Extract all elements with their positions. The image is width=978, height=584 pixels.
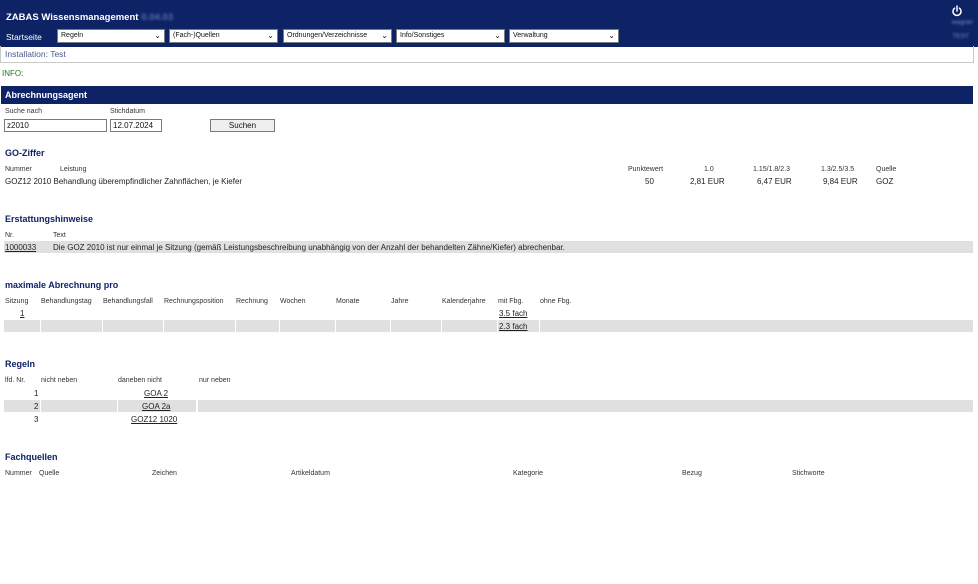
nav-select-info[interactable]: Info/Sonstiges ⌄ xyxy=(396,29,505,43)
col-header-factor-2: 1.15/1.8/2.3 xyxy=(753,166,790,173)
chevron-down-icon: ⌄ xyxy=(154,31,161,40)
table-cell xyxy=(164,320,235,332)
col-header-nr: Nr. xyxy=(5,232,14,239)
nav-select-value: Verwaltung xyxy=(513,32,548,39)
rule-link-goa-2[interactable]: GOA 2 xyxy=(144,389,168,398)
nav-select-quellen[interactable]: (Fach-)Quellen ⌄ xyxy=(169,29,278,43)
rule-link-goa-2a[interactable]: GOA 2a xyxy=(142,402,170,411)
col-header-punktwert: Punktewert xyxy=(628,166,664,173)
col-header-kalenderjahre: Kalenderjahre xyxy=(442,298,486,305)
go-quelle: GOZ xyxy=(876,177,894,186)
search-label: Suche nach xyxy=(5,108,42,115)
nav-select-ordnungen[interactable]: Ordnungen/Verzeichnisse ⌄ xyxy=(283,29,392,43)
table-cell xyxy=(236,320,279,332)
col-header-bezug: Bezug xyxy=(682,470,702,477)
col-header-nummer: Nummer xyxy=(5,470,32,477)
chevron-down-icon: ⌄ xyxy=(494,31,501,40)
nav-home-link[interactable]: Startseite xyxy=(6,32,42,42)
search-input[interactable]: z2010 xyxy=(4,119,107,132)
col-header-wochen: Wochen xyxy=(280,298,306,305)
user-subtitle: TEST xyxy=(952,33,969,40)
nav-select-value: Regeln xyxy=(61,32,84,39)
nav-select-regeln[interactable]: Regeln ⌄ xyxy=(57,29,165,43)
table-cell xyxy=(41,320,102,332)
col-header-stichworte: Stichworte xyxy=(792,470,825,477)
col-header-monate: Monate xyxy=(336,298,360,305)
go-punktwert: 50 xyxy=(645,177,654,186)
col-header-leistung: Leistung xyxy=(60,166,87,173)
table-cell xyxy=(41,400,117,412)
installation-info: Installation: Test xyxy=(0,46,974,63)
search-button[interactable]: Suchen xyxy=(210,119,275,132)
go-factor-2: 6,47 EUR xyxy=(757,177,792,186)
table-cell xyxy=(103,320,163,332)
col-header-ohne-fbg: ohne Fbg. xyxy=(540,298,572,305)
section-title-maximale-abrechnung: maximale Abrechnung pro xyxy=(5,280,119,290)
user-name: wagner xyxy=(951,19,973,26)
col-header-nummer: Nummer xyxy=(5,166,32,173)
col-header-quelle: Quelle xyxy=(876,166,897,173)
section-title-abrechnungsagent: Abrechnungsagent xyxy=(1,86,973,104)
table-cell xyxy=(540,320,973,332)
section-title-go-ziffer: GO-Ziffer xyxy=(5,148,45,158)
app-title: ZABAS Wissensmanagement 0.04.03 xyxy=(6,12,173,23)
col-header-lfd-nr: lfd. Nr. xyxy=(5,377,26,384)
col-header-zeichen: Zeichen xyxy=(152,470,177,477)
col-header-jahre: Jahre xyxy=(391,298,409,305)
section-title-erstattungshinweise: Erstattungshinweise xyxy=(5,214,94,224)
hint-link-1000033[interactable]: 1000033 xyxy=(5,243,36,252)
chevron-down-icon: ⌄ xyxy=(267,31,274,40)
col-header-sitzung: Sitzung xyxy=(5,298,29,305)
app-version: 0.04.03 xyxy=(141,12,174,23)
rule-nr-2: 2 xyxy=(34,402,39,411)
col-header-behandlungsfall: Behandlungsfall xyxy=(103,298,153,305)
col-header-kategorie: Kategorie xyxy=(513,470,543,477)
col-header-daneben-nicht: daneben nicht xyxy=(118,377,162,384)
maxab-mit-fbg-link[interactable]: 3.5 fach xyxy=(499,309,527,318)
table-cell xyxy=(336,320,390,332)
maxab-mit-fbg-link-2[interactable]: 2.3 fach xyxy=(499,322,527,331)
date-label: Stichdatum xyxy=(110,108,146,115)
col-header-mit-fbg: mit Fbg. xyxy=(498,298,524,305)
col-header-quelle: Quelle xyxy=(39,470,60,477)
section-title-fachquellen: Fachquellen xyxy=(5,452,58,462)
rule-nr-3: 3 xyxy=(34,415,39,424)
app-title-text: ZABAS Wissensmanagement xyxy=(6,12,139,23)
col-header-rechnungsposition: Rechnungsposition xyxy=(164,298,224,305)
info-message: INFO: xyxy=(2,69,24,78)
table-cell xyxy=(391,320,441,332)
chevron-down-icon: ⌄ xyxy=(608,31,615,40)
header-bar: ZABAS Wissensmanagement 0.04.03 Startseit… xyxy=(0,0,978,47)
nav-select-value: (Fach-)Quellen xyxy=(173,32,220,39)
chevron-down-icon: ⌄ xyxy=(381,31,388,40)
power-icon[interactable] xyxy=(951,5,963,17)
table-cell xyxy=(198,400,973,412)
go-leistung: Behandlung überempfindlicher Zahnflächen… xyxy=(53,177,243,186)
go-row-nummer-leistung: GOZ12 2010 Behandlung überempfindlicher … xyxy=(5,177,242,186)
nav-select-value: Info/Sonstiges xyxy=(400,32,445,39)
hint-text: Die GOZ 2010 ist nur einmal je Sitzung (… xyxy=(53,243,565,252)
table-cell xyxy=(442,320,497,332)
go-nummer: GOZ12 2010 xyxy=(5,177,52,186)
col-header-text: Text xyxy=(53,232,66,239)
maxab-sitzung-link[interactable]: 1 xyxy=(20,309,24,318)
date-input[interactable]: 12.07.2024 xyxy=(110,119,162,132)
section-title-regeln: Regeln xyxy=(5,359,36,369)
col-header-nicht-neben: nicht neben xyxy=(41,377,78,384)
col-header-factor-1: 1.0 xyxy=(704,166,714,173)
nav-select-value: Ordnungen/Verzeichnisse xyxy=(287,32,368,39)
go-factor-3: 9,84 EUR xyxy=(823,177,858,186)
go-factor-1: 2,81 EUR xyxy=(690,177,725,186)
nav-select-verwaltung[interactable]: Verwaltung ⌄ xyxy=(509,29,619,43)
col-header-factor-3: 1.3/2.5/3.5 xyxy=(821,166,855,173)
col-header-rechnung: Rechnung xyxy=(236,298,268,305)
table-cell xyxy=(280,320,335,332)
col-header-artikeldatum: Artikeldatum xyxy=(291,470,330,477)
col-header-nur-neben: nur neben xyxy=(199,377,231,384)
table-cell xyxy=(4,320,40,332)
rule-link-goz12-1020[interactable]: GOZ12 1020 xyxy=(131,415,177,424)
col-header-behandlungstag: Behandlungstag xyxy=(41,298,92,305)
rule-nr-1: 1 xyxy=(34,389,39,398)
